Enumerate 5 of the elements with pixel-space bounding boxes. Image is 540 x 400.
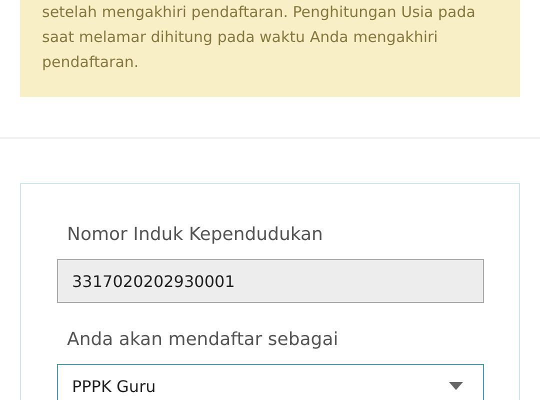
field-label: Nomor Induk Kependudukan xyxy=(67,224,324,245)
caret-icon xyxy=(449,382,463,390)
field-label: Anda akan mendaftar sebagai xyxy=(67,329,340,350)
dropdown-field[interactable]: PPPK Guru xyxy=(57,364,484,400)
notice-text: setelah mengakhiri pendaftaran. Penghitungan Usia pada saat melamar dihitung pada waktu Anda mengakhiri pendaftaran. xyxy=(42,2,476,73)
